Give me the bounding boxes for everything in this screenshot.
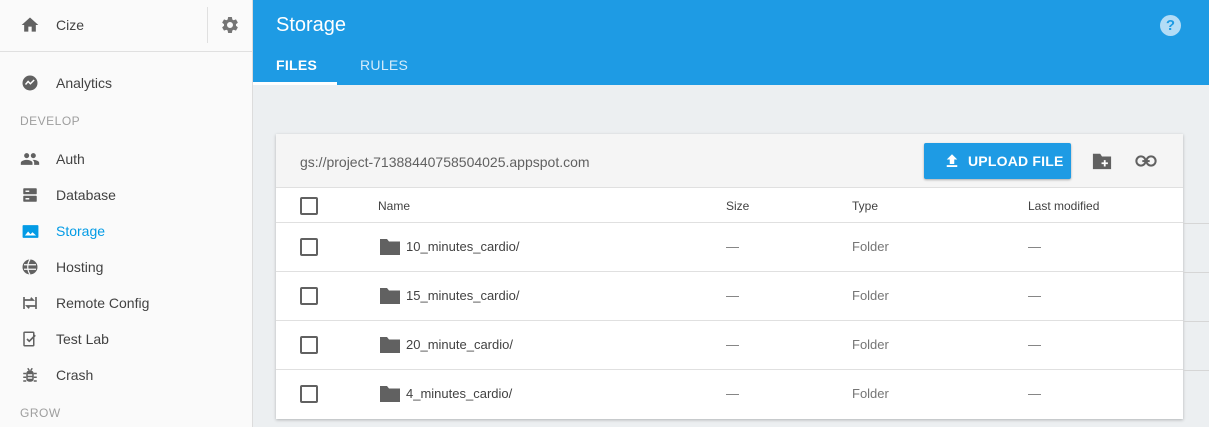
divider <box>1183 321 1209 322</box>
sidebar-item-analytics[interactable]: Analytics <box>0 65 252 101</box>
page-title: Storage <box>276 14 347 36</box>
file-size: — <box>726 386 739 401</box>
column-header-last-modified[interactable]: Last modified <box>1028 199 1099 213</box>
upload-file-button[interactable]: UPLOAD FILE <box>924 143 1071 179</box>
file-type: Folder <box>852 288 889 303</box>
sidebar-item-label: Remote Config <box>56 295 150 311</box>
file-name[interactable]: 4_minutes_cardio/ <box>406 386 512 401</box>
divider <box>1183 223 1209 224</box>
file-type: Folder <box>852 386 889 401</box>
people-icon <box>20 149 40 169</box>
page-header: Storage ? FILES RULES <box>253 0 1209 85</box>
table-row[interactable]: 10_minutes_cardio/ — Folder — <box>276 223 1183 272</box>
new-folder-icon[interactable] <box>1091 151 1113 171</box>
upload-icon <box>946 154 958 167</box>
column-header-name[interactable]: Name <box>378 199 410 213</box>
folder-icon <box>380 386 400 402</box>
link-icon[interactable] <box>1135 152 1157 170</box>
table-header: Name Size Type Last modified <box>276 188 1183 223</box>
sidebar-item-test-lab[interactable]: Test Lab <box>0 321 252 357</box>
file-size: — <box>726 288 739 303</box>
file-modified: — <box>1028 288 1041 303</box>
file-modified: — <box>1028 239 1041 254</box>
file-size: — <box>726 239 739 254</box>
table-row[interactable]: 4_minutes_cardio/ — Folder — <box>276 370 1183 419</box>
section-label-grow: GROW <box>20 406 61 420</box>
sidebar-item-label: Storage <box>56 223 106 239</box>
row-checkbox[interactable] <box>300 287 318 305</box>
file-modified: — <box>1028 337 1041 352</box>
tab-rules[interactable]: RULES <box>360 57 408 73</box>
card-toolbar: gs://project-71388440758504025.appspot.c… <box>276 134 1183 188</box>
file-name[interactable]: 10_minutes_cardio/ <box>406 239 519 254</box>
sidebar-item-label: Database <box>56 187 116 203</box>
remote-config-icon <box>20 293 40 313</box>
sidebar-item-database[interactable]: Database <box>0 177 252 213</box>
file-modified: — <box>1028 386 1041 401</box>
folder-icon <box>380 337 400 353</box>
gear-icon[interactable] <box>220 15 240 35</box>
help-icon[interactable]: ? <box>1160 15 1181 36</box>
analytics-icon <box>20 73 40 93</box>
right-edge-lines <box>1183 189 1209 427</box>
divider <box>1183 272 1209 273</box>
column-header-type[interactable]: Type <box>852 199 878 213</box>
project-bar: Cize <box>0 0 252 52</box>
upload-file-label: UPLOAD FILE <box>968 153 1064 169</box>
file-size: — <box>726 337 739 352</box>
select-all-checkbox[interactable] <box>300 197 318 215</box>
tab-indicator <box>253 82 337 85</box>
sidebar-item-auth[interactable]: Auth <box>0 141 252 177</box>
table-row[interactable]: 15_minutes_cardio/ — Folder — <box>276 272 1183 321</box>
sidebar-item-label: Hosting <box>56 259 104 275</box>
divider <box>207 7 208 43</box>
image-icon <box>20 221 40 241</box>
folder-icon <box>380 288 400 304</box>
tab-files[interactable]: FILES <box>276 57 317 73</box>
folder-icon <box>380 239 400 255</box>
bug-icon <box>20 365 40 385</box>
row-checkbox[interactable] <box>300 385 318 403</box>
test-lab-icon <box>20 329 40 349</box>
sidebar-item-label: Analytics <box>56 75 113 91</box>
bucket-path: gs://project-71388440758504025.appspot.c… <box>300 154 590 170</box>
divider <box>1183 370 1209 371</box>
sidebar-item-remote-config[interactable]: Remote Config <box>0 285 252 321</box>
file-name[interactable]: 20_minute_cardio/ <box>406 337 513 352</box>
sidebar-item-label: Test Lab <box>56 331 109 347</box>
section-label-develop: DEVELOP <box>20 114 81 128</box>
file-type: Folder <box>852 239 889 254</box>
row-checkbox[interactable] <box>300 238 318 256</box>
home-icon[interactable] <box>20 15 40 35</box>
sidebar-item-label: Crash <box>56 367 94 383</box>
file-browser-card: gs://project-71388440758504025.appspot.c… <box>276 134 1183 419</box>
column-header-size[interactable]: Size <box>726 199 749 213</box>
sidebar-item-label: Auth <box>56 151 85 167</box>
sidebar-item-hosting[interactable]: Hosting <box>0 249 252 285</box>
sidebar: Cize Analytics DEVELOP Auth Database Sto… <box>0 0 253 427</box>
project-name[interactable]: Cize <box>56 17 84 33</box>
file-name[interactable]: 15_minutes_cardio/ <box>406 288 519 303</box>
database-icon <box>20 185 40 205</box>
file-type: Folder <box>852 337 889 352</box>
row-checkbox[interactable] <box>300 336 318 354</box>
globe-icon <box>20 257 40 277</box>
sidebar-item-storage[interactable]: Storage <box>0 213 252 249</box>
table-row[interactable]: 20_minute_cardio/ — Folder — <box>276 321 1183 370</box>
sidebar-item-crash[interactable]: Crash <box>0 357 252 393</box>
